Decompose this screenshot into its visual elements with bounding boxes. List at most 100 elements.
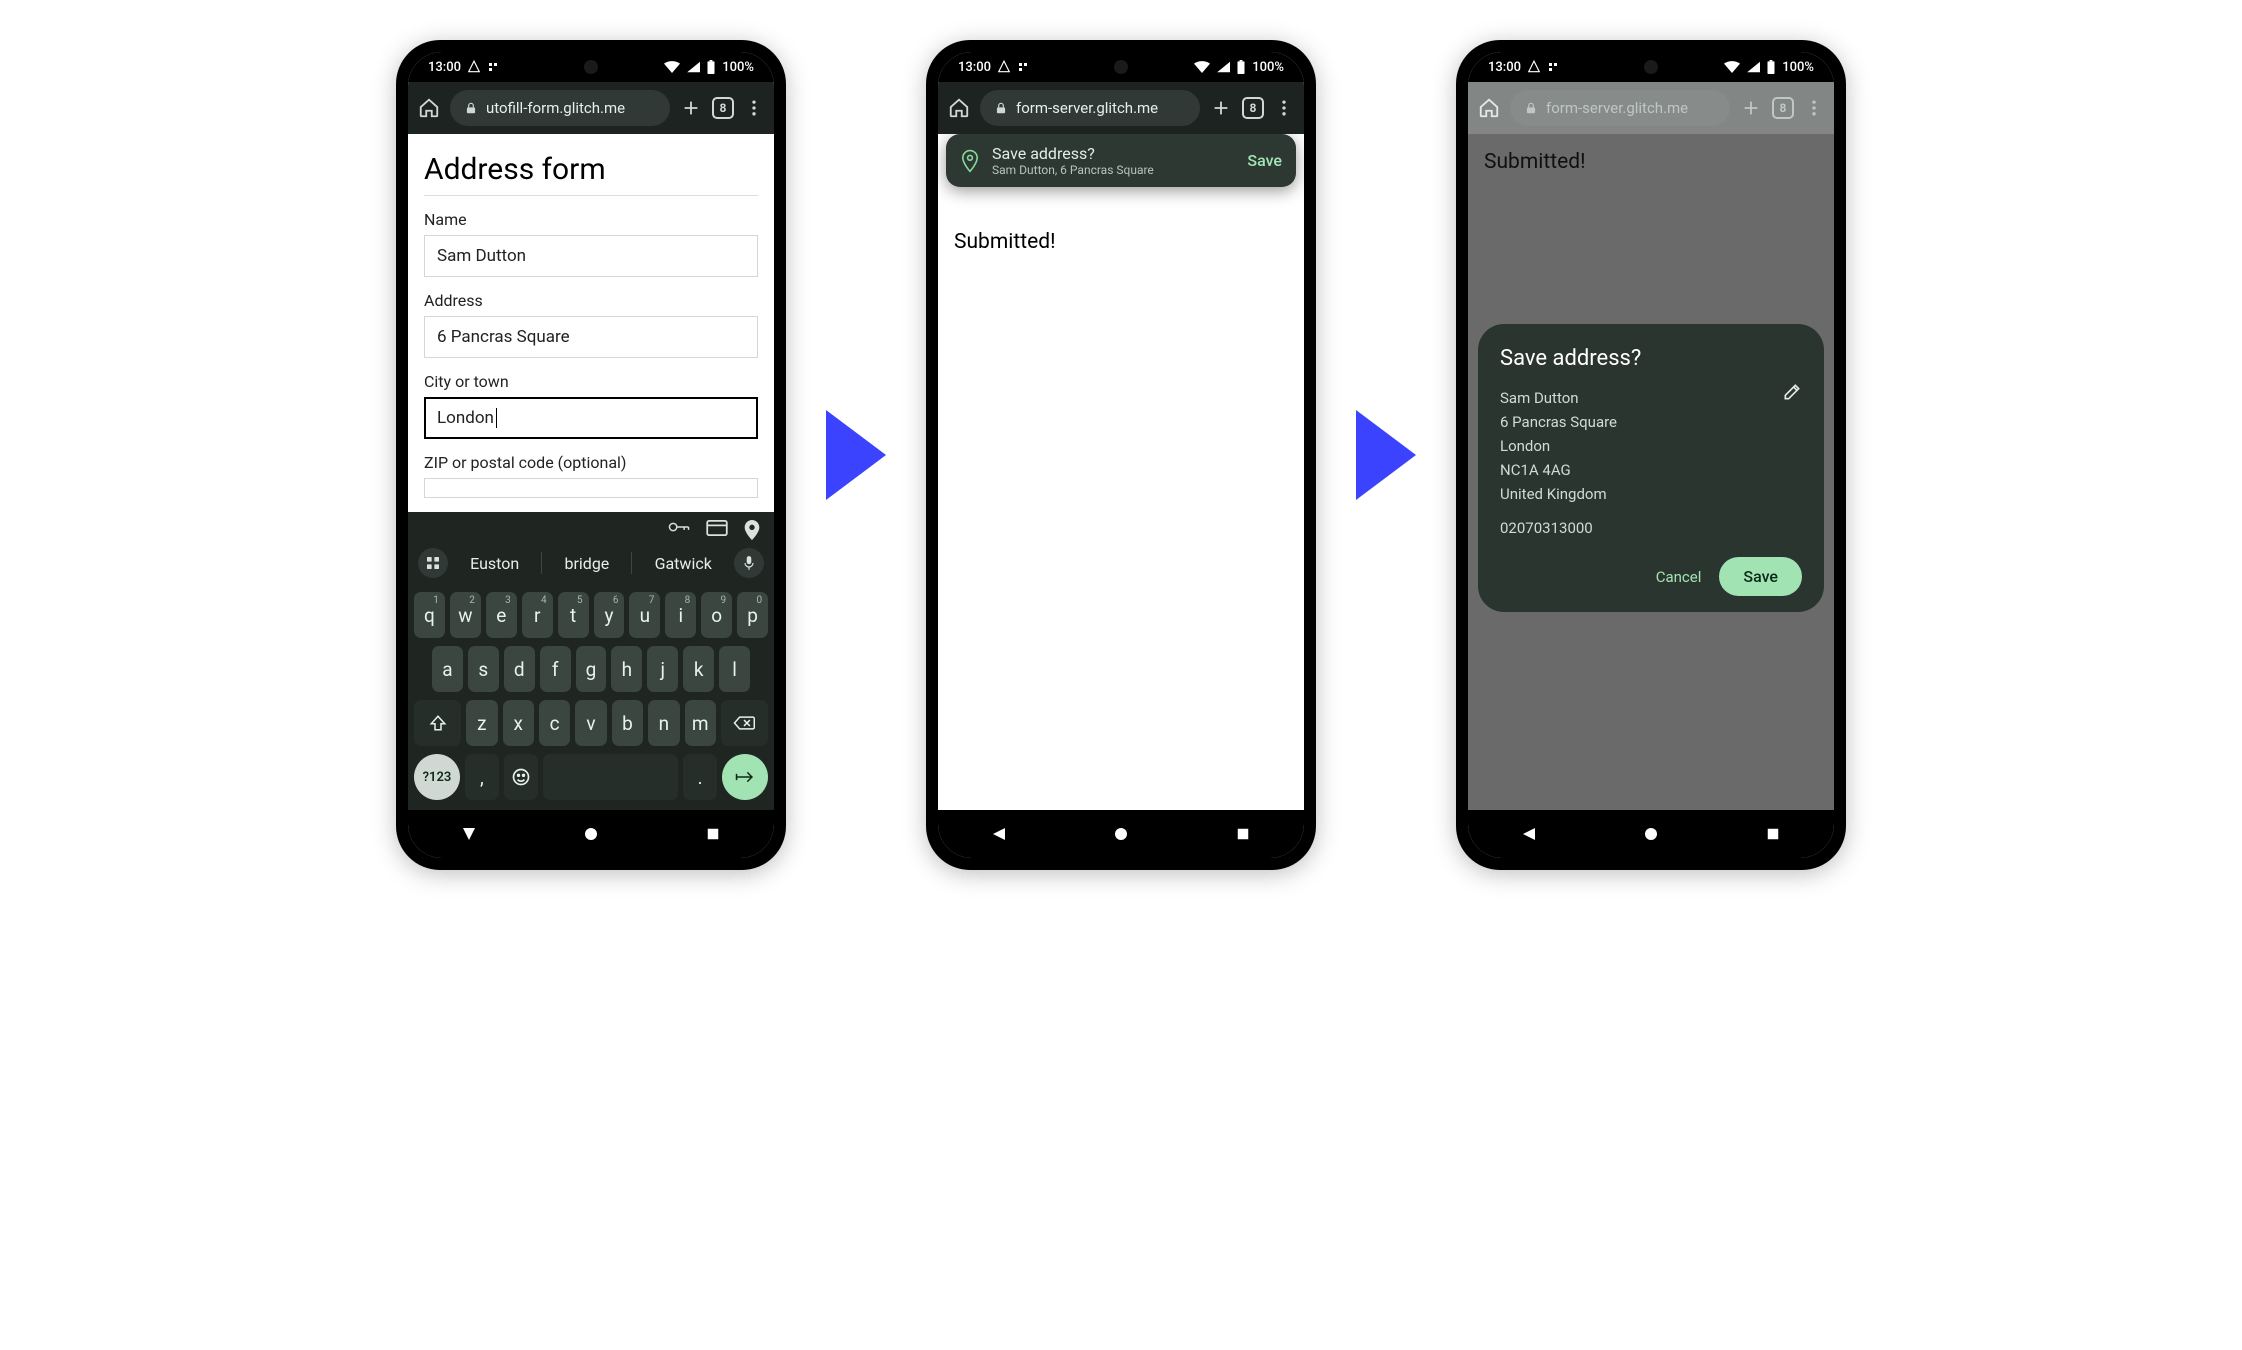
save-address-banner: Save address? Sam Dutton, 6 Pancras Squa… [946,134,1296,187]
status-icon [487,61,499,73]
key-x[interactable]: x [503,700,534,746]
address-input[interactable]: 6 Pancras Square [424,316,758,358]
key-d[interactable]: d [504,646,535,692]
backspace-key[interactable] [721,700,768,746]
suggestion[interactable]: Gatwick [647,554,720,573]
wifi-icon [664,61,680,73]
browser-toolbar: form-server.glitch.me 8 [1468,82,1834,134]
nav-home-icon[interactable] [1642,825,1660,843]
suggestion[interactable]: bridge [557,554,618,573]
space-key[interactable] [543,754,678,800]
key-m[interactable]: m [685,700,716,746]
mic-icon[interactable] [734,548,764,578]
form-title: Address form [424,152,758,196]
key-a[interactable]: a [432,646,463,692]
keyboard-apps-icon[interactable] [418,548,448,578]
key-e[interactable]: e3 [486,592,517,638]
battery-icon [706,60,716,74]
city-input[interactable]: London [424,397,758,439]
nav-back-icon[interactable] [1520,825,1538,843]
cancel-button[interactable]: Cancel [1656,568,1702,586]
key-r[interactable]: r4 [522,592,553,638]
key-c[interactable]: c [539,700,570,746]
home-icon [1478,97,1500,119]
key-l[interactable]: l [719,646,750,692]
password-icon[interactable] [668,520,690,534]
zip-input[interactable] [424,478,758,498]
comma-key[interactable]: , [465,754,499,800]
soft-keyboard: Euston bridge Gatwick q1w2e3r4t5y6u7i8o9… [408,512,774,810]
key-w[interactable]: w2 [450,592,481,638]
key-p[interactable]: p0 [737,592,768,638]
key-o[interactable]: o9 [701,592,732,638]
browser-toolbar: utofill-form.glitch.me 8 [408,82,774,134]
flow-arrow-icon [1356,410,1416,500]
lock-icon [464,101,478,115]
tab-switcher[interactable]: 8 [1242,97,1264,119]
nav-recent-icon[interactable] [1234,825,1252,843]
lock-icon [994,101,1008,115]
key-j[interactable]: j [647,646,678,692]
address-label: Address [424,291,758,310]
signal-icon [686,61,700,73]
save-button[interactable]: Save [1719,557,1802,596]
status-icon [1017,61,1029,73]
location-icon[interactable] [744,520,760,540]
shift-key[interactable] [414,700,461,746]
key-z[interactable]: z [466,700,497,746]
banner-save-button[interactable]: Save [1247,151,1282,170]
omnibox: form-server.glitch.me [1510,90,1730,126]
battery-pct: 100% [1252,60,1284,75]
new-tab-icon[interactable] [680,97,702,119]
new-tab-icon[interactable] [1210,97,1232,119]
nav-home-icon[interactable] [1112,825,1130,843]
status-bar: 13:00 100% [938,52,1304,82]
home-icon[interactable] [418,97,440,119]
nav-back-icon[interactable] [460,825,478,843]
enter-key[interactable] [722,754,768,800]
suggestion[interactable]: Euston [462,554,527,573]
period-key[interactable]: . [683,754,717,800]
key-h[interactable]: h [611,646,642,692]
key-y[interactable]: y6 [594,592,625,638]
symbols-key[interactable]: ?123 [414,754,460,800]
key-v[interactable]: v [575,700,606,746]
tab-switcher[interactable]: 8 [712,97,734,119]
key-s[interactable]: s [468,646,499,692]
emoji-key[interactable] [504,754,538,800]
omnibox[interactable]: utofill-form.glitch.me [450,90,670,126]
key-n[interactable]: n [648,700,679,746]
url-text: form-server.glitch.me [1016,99,1186,117]
nav-recent-icon[interactable] [704,825,722,843]
menu-icon [1804,98,1824,118]
menu-icon[interactable] [1274,98,1294,118]
key-i[interactable]: i8 [665,592,696,638]
dialog-phone: 02070313000 [1500,519,1802,537]
key-f[interactable]: f [540,646,571,692]
battery-pct: 100% [722,60,754,75]
key-u[interactable]: u7 [629,592,660,638]
battery-icon [1236,60,1246,74]
save-address-dialog: Save address? Sam Dutton 6 Pancras Squar… [1478,324,1824,612]
system-nav [1468,810,1834,858]
phone-frame-2: 13:00 100% form-server.glitch.me 8 [926,40,1316,870]
status-bar: 13:00 100% [1468,52,1834,82]
key-g[interactable]: g [576,646,607,692]
name-input[interactable]: Sam Dutton [424,235,758,277]
nav-recent-icon[interactable] [1764,825,1782,843]
banner-subtitle: Sam Dutton, 6 Pancras Square [992,163,1235,177]
key-q[interactable]: q1 [414,592,445,638]
nav-back-icon[interactable] [990,825,1008,843]
edit-icon[interactable] [1782,382,1802,402]
nav-home-icon[interactable] [582,825,600,843]
dialog-line: London [1500,437,1802,455]
menu-icon[interactable] [744,98,764,118]
card-icon[interactable] [706,520,728,536]
signal-icon [1746,61,1760,73]
city-label: City or town [424,372,758,391]
key-b[interactable]: b [612,700,643,746]
key-k[interactable]: k [683,646,714,692]
home-icon[interactable] [948,97,970,119]
omnibox[interactable]: form-server.glitch.me [980,90,1200,126]
key-t[interactable]: t5 [558,592,589,638]
